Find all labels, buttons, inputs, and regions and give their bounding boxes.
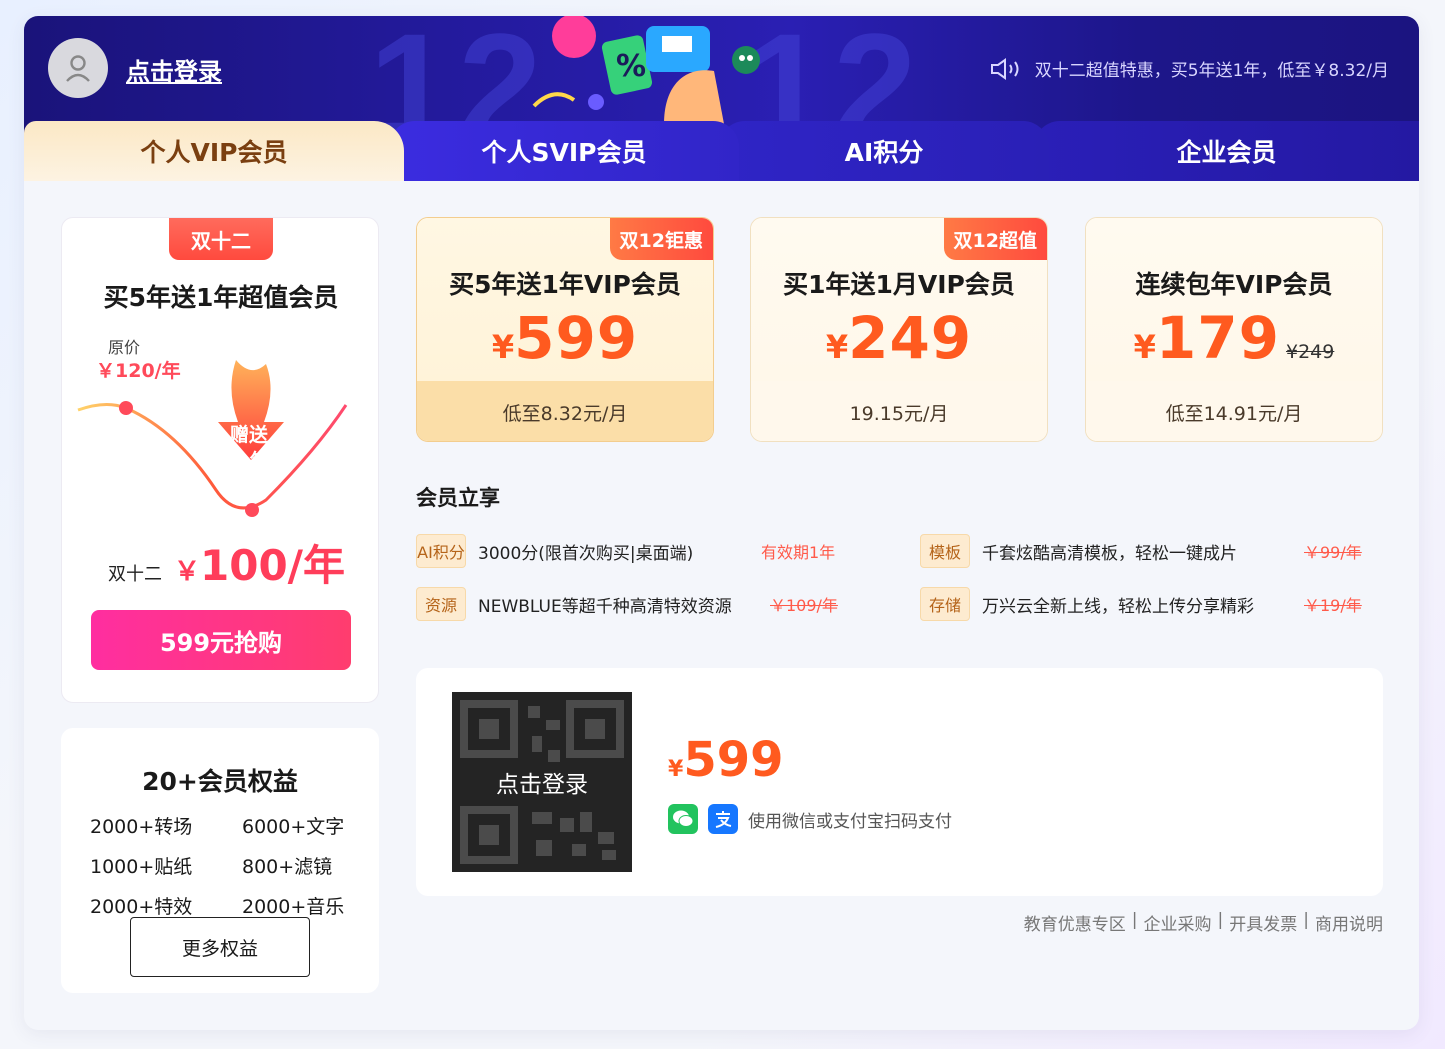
plan-price-value: 599: [514, 304, 639, 372]
notice-text: 双十二超值特惠，买5年送1年，低至￥8.32/月: [1034, 61, 1389, 81]
link-commercial-terms[interactable]: 商用说明: [1315, 910, 1383, 935]
plan-price-yen: ¥: [491, 328, 515, 366]
plan-tag: 双12超值: [943, 218, 1047, 260]
perk-item: AI积分 3000分(限首次购买|桌面端) 有效期1年: [416, 534, 876, 568]
plan-price-value: 249: [848, 304, 973, 372]
benefits-card: 20+会员权益 2000+转场 6000+文字 1000+贴纸 800+滤镜 2…: [61, 728, 379, 993]
user-icon: [66, 55, 90, 82]
perk-text: NEWBLUE等超千种高清特效资源: [478, 596, 732, 617]
plan-card-1year[interactable]: 双12超值 买1年送1月VIP会员 ¥249 19.15元/月: [750, 217, 1048, 442]
payment-box: 点击登录 ¥599 使用微信或支付宝扫码支付: [416, 668, 1383, 896]
alipay-icon: [708, 804, 738, 834]
tab-enterprise[interactable]: 企业会员: [1034, 121, 1419, 181]
payment-methods-text: 使用微信或支付宝扫码支付: [748, 811, 952, 832]
footer-links: 教育优惠专区 | 企业采购 | 开具发票 | 商用说明: [1024, 910, 1383, 935]
tab-ai-points[interactable]: AI积分: [719, 121, 1049, 181]
orig-price-label: 原价: [108, 338, 141, 357]
tab-personal-vip[interactable]: 个人VIP会员: [24, 121, 404, 181]
promo-card: 双十二 买5年送1年超值会员 原价 ￥120/年 赠送 1年 双十二 ￥100/…: [61, 217, 379, 703]
qr-code[interactable]: 点击登录: [452, 692, 632, 872]
perk-text: 千套炫酷高清模板，轻松一键成片: [982, 543, 1237, 564]
plan-name: 连续包年VIP会员: [1135, 270, 1333, 299]
footer-separator: |: [1303, 910, 1309, 930]
benefit-item: 2000+特效: [90, 896, 193, 918]
payment-price-value: 599: [683, 732, 784, 788]
final-price-value: 100/年: [200, 541, 346, 590]
perk-note: ￥19/年: [1304, 596, 1362, 615]
speaker-icon: [990, 57, 1019, 80]
plan-card-annual-renew[interactable]: 连续包年VIP会员 ¥179 ¥249 低至14.91元/月: [1085, 217, 1383, 442]
gift-label-2: 1年: [236, 450, 269, 472]
plan-price: ¥179 ¥249: [1086, 304, 1382, 372]
perk-item: 存储 万兴云全新上线，轻松上传分享精彩 ￥19/年: [920, 587, 1380, 621]
benefit-item: 2000+转场: [90, 816, 193, 838]
perk-text: 3000分(限首次购买|桌面端): [478, 543, 694, 564]
orig-price: ￥120/年: [96, 360, 181, 382]
final-price-label: 双十二: [108, 564, 162, 585]
payment-price: ¥599: [668, 732, 784, 788]
qr-login-overlay[interactable]: 点击登录: [452, 692, 632, 872]
tab-bar: 企业会员 AI积分 个人SVIP会员 个人VIP会员: [24, 121, 1419, 181]
benefits-list: 2000+转场 6000+文字 1000+贴纸 800+滤镜 2000+特效 2…: [90, 812, 360, 919]
perks-title: 会员立享: [416, 486, 500, 510]
avatar[interactable]: [48, 38, 108, 98]
benefits-title: 20+会员权益: [142, 767, 298, 796]
plan-price-value: 179: [1155, 304, 1280, 372]
link-education[interactable]: 教育优惠专区: [1024, 910, 1126, 935]
link-invoice[interactable]: 开具发票: [1229, 910, 1297, 935]
plan-name: 买1年送1月VIP会员: [783, 270, 1015, 299]
plan-price: ¥599: [417, 304, 713, 372]
benefit-item: 2000+音乐: [242, 896, 345, 918]
plan-tag: 双12钜惠: [609, 218, 713, 260]
plan-old-price: ¥249: [1285, 341, 1335, 363]
plan-per-month: 19.15元/月: [751, 381, 1047, 441]
benefit-item: 1000+贴纸: [90, 856, 193, 878]
tab-personal-svip[interactable]: 个人SVIP会员: [389, 121, 739, 181]
perk-item: 模板 千套炫酷高清模板，轻松一键成片 ￥99/年: [920, 534, 1380, 568]
perk-chip: 存储: [920, 587, 970, 621]
more-benefits-button[interactable]: 更多权益: [130, 917, 310, 977]
final-price-yen: ￥: [174, 557, 201, 587]
benefit-item: 800+滤镜: [242, 856, 333, 878]
perk-note: ￥109/年: [770, 596, 838, 615]
banner-illustration: %: [532, 16, 760, 124]
gift-label-1: 赠送: [230, 424, 269, 446]
header-banner: 12 12 % 点击登录 双十二超值特惠，买5年送1年，低至￥8.32/月 企业…: [24, 16, 1419, 181]
plan-price-yen: ¥: [825, 328, 849, 366]
wechat-pay-icon: [668, 804, 698, 834]
membership-panel: 12 12 % 点击登录 双十二超值特惠，买5年送1年，低至￥8.32/月 企业…: [24, 16, 1419, 1030]
perk-chip: 模板: [920, 534, 970, 568]
promo-badge: 双十二: [169, 218, 273, 260]
footer-separator: |: [1131, 910, 1138, 930]
plan-per-month: 低至14.91元/月: [1086, 381, 1382, 441]
payment-methods: 使用微信或支付宝扫码支付: [668, 804, 952, 834]
plan-price: ¥249: [751, 304, 1047, 372]
promo-final-price: 双十二 ￥100/年: [108, 532, 345, 593]
plan-per-month: 低至8.32元/月: [417, 381, 713, 441]
payment-price-yen: ¥: [668, 757, 684, 782]
buy-now-button[interactable]: 599元抢购: [91, 610, 351, 670]
perk-chip: AI积分: [416, 534, 466, 568]
plan-card-5year[interactable]: 双12钜惠 买5年送1年VIP会员 ¥599 低至8.32元/月: [416, 217, 714, 442]
svg-text:%: %: [616, 49, 646, 84]
plan-name: 买5年送1年VIP会员: [449, 270, 681, 299]
promo-title: 买5年送1年超值会员: [103, 283, 339, 312]
promo-notice: 双十二超值特惠，买5年送1年，低至￥8.32/月: [989, 56, 1389, 81]
perk-note: ￥99/年: [1304, 543, 1362, 562]
perk-note: 有效期1年: [761, 543, 836, 562]
perk-chip: 资源: [416, 587, 466, 621]
benefit-item: 6000+文字: [242, 816, 345, 838]
perk-text: 万兴云全新上线，轻松上传分享精彩: [982, 596, 1254, 617]
link-enterprise-purchase[interactable]: 企业采购: [1144, 910, 1212, 935]
perk-item: 资源 NEWBLUE等超千种高清特效资源 ￥109/年: [416, 587, 876, 621]
plan-price-yen: ¥: [1133, 328, 1156, 366]
footer-separator: |: [1217, 910, 1224, 930]
login-link[interactable]: 点击登录: [126, 52, 222, 87]
